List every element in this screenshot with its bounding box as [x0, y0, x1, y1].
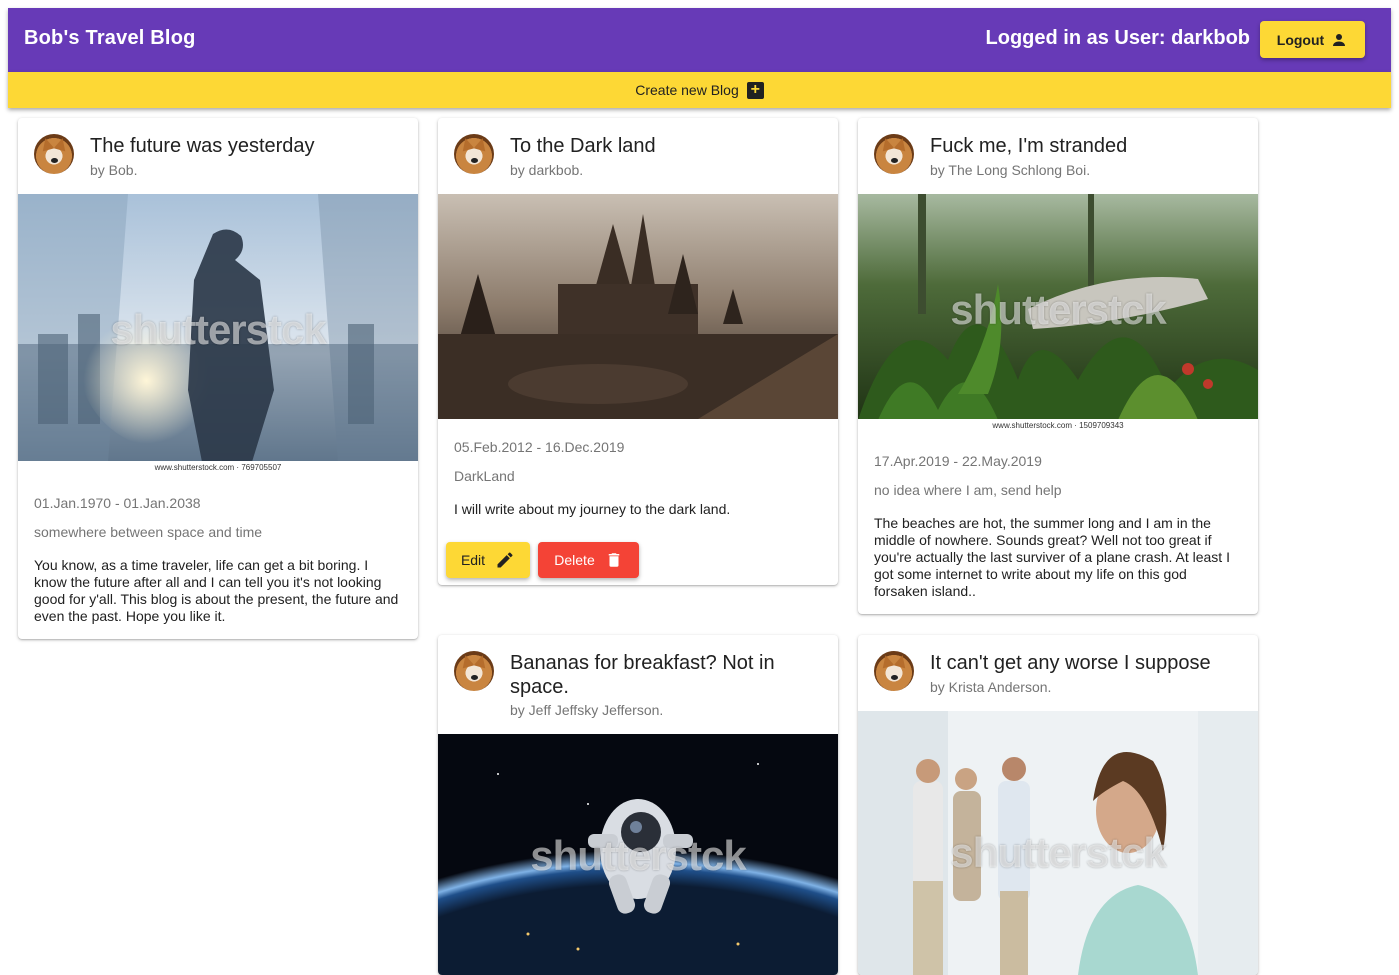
create-blog-label: Create new Blog	[635, 82, 739, 98]
card-description: The beaches are hot, the summer long and…	[874, 515, 1230, 599]
card-dates: 05.Feb.2012 - 16.Dec.2019	[454, 439, 625, 455]
add-box-icon: +	[746, 81, 764, 99]
image-caption: www.shutterstock.com · 769705507	[18, 461, 418, 474]
card-location: somewhere between space and time	[34, 524, 263, 540]
avatar	[874, 134, 914, 174]
card-image: shutterstck	[858, 711, 1258, 975]
card-title: Bananas for breakfast? Not in space.	[510, 652, 775, 698]
card-author: by darkbob.	[510, 162, 584, 178]
card-title: The future was yesterday	[90, 135, 315, 157]
logged-in-user-label: Logged in as User: darkbob	[985, 27, 1250, 49]
avatar	[874, 651, 914, 691]
card-author: by The Long Schlong Boi.	[930, 162, 1091, 178]
watermark: shutterstck	[950, 286, 1166, 333]
app-title: Bob's Travel Blog	[24, 27, 196, 49]
avatar	[34, 134, 74, 174]
card-description: I will write about my journey to the dar…	[454, 501, 731, 517]
card-dates: 17.Apr.2019 - 22.May.2019	[874, 453, 1042, 469]
pencil-icon	[495, 550, 515, 570]
card-author: by Jeff Jeffsky Jefferson.	[510, 702, 664, 718]
create-blog-button[interactable]: Create new Blog +	[8, 72, 1391, 108]
card-location: no idea where I am, send help	[874, 482, 1062, 498]
avatar	[454, 651, 494, 691]
logout-button[interactable]: Logout	[1260, 21, 1365, 58]
blog-card[interactable]: Bananas for breakfast? Not in space. by …	[438, 635, 838, 975]
blog-card[interactable]: Fuck me, I'm stranded by The Long Schlon…	[858, 118, 1258, 614]
card-image: shutterstck	[18, 194, 418, 462]
watermark: shutterstck	[110, 306, 326, 353]
blog-card[interactable]: To the Dark land by darkbob. 05.Feb.2012…	[438, 118, 838, 585]
card-author: by Bob.	[90, 162, 138, 178]
card-dates: 01.Jan.1970 - 01.Jan.2038	[34, 495, 201, 511]
card-image: shutterstck	[438, 734, 838, 975]
card-author: by Krista Anderson.	[930, 679, 1052, 695]
delete-button[interactable]: Delete	[538, 542, 639, 578]
card-image: shutterstck	[858, 194, 1258, 420]
card-location: DarkLand	[454, 468, 515, 484]
edit-button[interactable]: Edit	[446, 542, 530, 578]
logout-label: Logout	[1276, 31, 1325, 48]
card-description: You know, as a time traveler, life can g…	[34, 557, 399, 624]
card-image	[438, 194, 838, 419]
watermark: shutterstck	[530, 832, 746, 879]
blog-card[interactable]: It can't get any worse I suppose by Kris…	[858, 635, 1258, 975]
image-caption: www.shutterstock.com · 1509709343	[858, 419, 1258, 432]
watermark: shutterstck	[950, 829, 1166, 876]
edit-label: Edit	[460, 552, 486, 568]
blog-card[interactable]: The future was yesterday by Bob. shutter…	[18, 118, 418, 639]
avatar	[454, 134, 494, 174]
app-bar: Bob's Travel Blog Logged in as User: dar…	[8, 8, 1391, 72]
card-title: Fuck me, I'm stranded	[930, 135, 1128, 157]
card-title: To the Dark land	[510, 135, 656, 157]
person-icon	[1330, 31, 1348, 49]
trash-icon	[605, 550, 623, 570]
card-title: It can't get any worse I suppose	[930, 652, 1211, 674]
delete-label: Delete	[554, 552, 595, 568]
